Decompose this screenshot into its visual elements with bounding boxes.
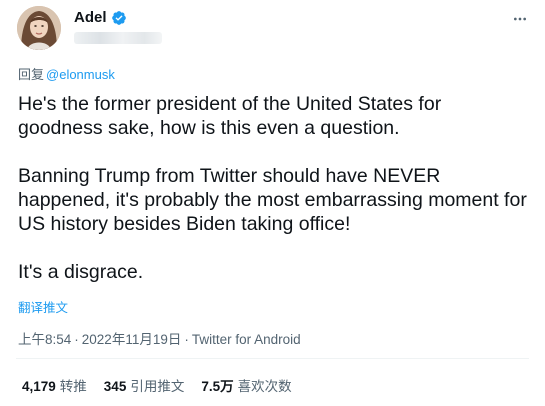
divider — [16, 358, 529, 359]
likes-count: 7.5万 — [201, 379, 234, 394]
meta-separator: · — [74, 332, 79, 347]
quotes-stat[interactable]: 345 引用推文 — [104, 375, 185, 395]
reply-prefix: 回复 — [18, 67, 45, 82]
retweets-count: 4,179 — [22, 379, 56, 394]
tweet-meta: 上午8:54 · 2022年11月19日 · Twitter for Android — [18, 328, 301, 348]
tweet-date[interactable]: 2022年11月19日 — [82, 332, 182, 347]
quotes-count: 345 — [103, 379, 127, 394]
tweet-source[interactable]: Twitter for Android — [192, 332, 301, 347]
meta-separator: · — [184, 332, 189, 347]
tweet-paragraph: He's the former president of the United … — [18, 93, 442, 139]
author-display-name[interactable]: Adel — [74, 9, 107, 26]
author-name-row: Adel — [74, 9, 162, 26]
avatar-photo — [17, 6, 61, 50]
tweet-paragraph: Banning Trump from Twitter should have N… — [18, 165, 527, 235]
author-block: Adel — [74, 9, 162, 44]
likes-stat[interactable]: 7.5万 喜欢次数 — [201, 375, 291, 395]
likes-label: 喜欢次数 — [237, 379, 292, 394]
tweet-text: He's the former president of the United … — [18, 92, 528, 284]
tweet-card: Adel 回复 @elonmusk He's the former preside… — [0, 0, 545, 406]
quotes-label: 引用推文 — [130, 379, 185, 394]
tweet-time[interactable]: 上午8:54 — [18, 332, 71, 347]
avatar[interactable] — [17, 6, 61, 50]
verified-badge-icon — [111, 10, 127, 26]
reply-mention-link[interactable]: @elonmusk — [46, 67, 115, 82]
more-dots-icon — [514, 17, 526, 21]
tweet-stats: 4,179 转推 345 引用推文 7.5万 喜欢次数 — [22, 375, 292, 395]
more-options-button[interactable] — [511, 10, 529, 28]
translate-tweet-link[interactable]: 翻译推文 — [18, 297, 68, 316]
tweet-paragraph: It's a disgrace. — [18, 261, 144, 283]
replying-to: 回复 @elonmusk — [18, 64, 115, 83]
retweets-label: 转推 — [59, 379, 87, 394]
author-handle-obscured — [74, 32, 162, 44]
retweets-stat[interactable]: 4,179 转推 — [22, 375, 87, 395]
